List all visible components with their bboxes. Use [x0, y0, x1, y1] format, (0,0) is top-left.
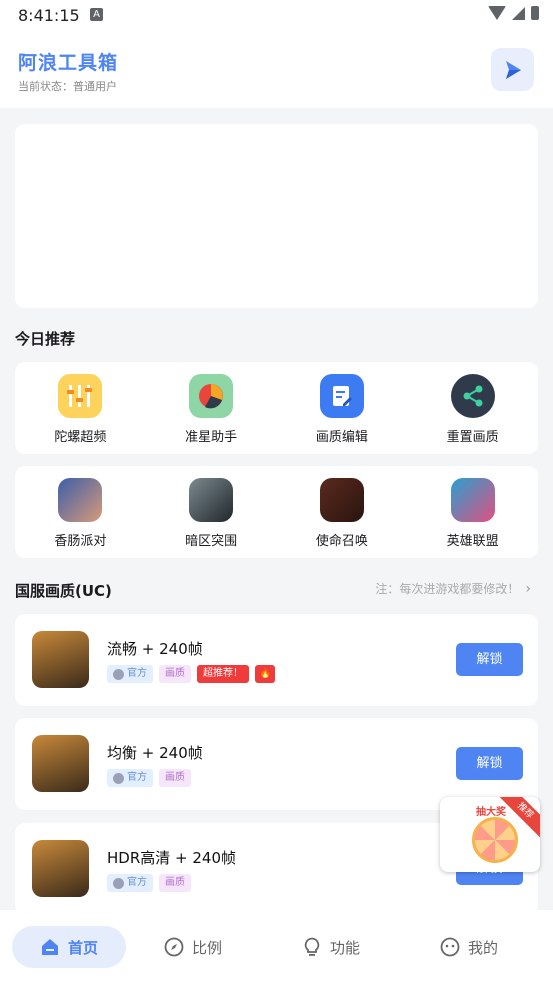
- config-title: 流畅 + 240帧: [107, 640, 203, 658]
- game-label: 英雄联盟: [446, 534, 499, 549]
- unlock-button[interactable]: 解锁: [456, 747, 523, 780]
- game-item-arena[interactable]: 暗区突围: [146, 466, 277, 558]
- tag-official: 官方: [107, 665, 153, 683]
- tool-label: 画质编辑: [315, 430, 368, 445]
- config-thumbnail: [32, 840, 89, 897]
- tool-item-tuoluo[interactable]: 陀螺超频: [15, 362, 146, 454]
- nav-label: 首页: [67, 938, 98, 957]
- config-tags: 官方 画质 超推荐！ 🔥: [107, 665, 276, 683]
- tag-quality: 画质: [159, 769, 191, 787]
- nav-label: 我的: [468, 938, 499, 957]
- edit-doc-icon: [319, 374, 364, 418]
- face-icon: [440, 937, 460, 957]
- tag-quality: 画质: [159, 665, 191, 683]
- game-label: 使命召唤: [315, 534, 368, 549]
- tag-official: 官方: [107, 874, 153, 892]
- nav-label: 比例: [192, 938, 223, 957]
- tool-item-quality-edit[interactable]: 画质编辑: [277, 362, 408, 454]
- avatar: [113, 772, 124, 784]
- ad-title: 抽大奖: [476, 807, 506, 818]
- tool-label: 重置画质: [446, 430, 499, 445]
- avatar: [113, 877, 124, 889]
- nav-mine[interactable]: 我的: [440, 926, 498, 968]
- chevron-right-icon: ›: [525, 581, 531, 597]
- nav-ratio[interactable]: 比例: [164, 926, 222, 968]
- game-item-cod[interactable]: 使命召唤: [277, 466, 408, 558]
- section-title-today: 今日推荐: [15, 330, 76, 348]
- play-icon: [505, 60, 521, 79]
- config-thumbnail: [32, 735, 89, 792]
- battery-icon: [531, 6, 539, 20]
- config-thumbnail: [32, 631, 89, 688]
- game-item-lol[interactable]: 英雄联盟: [407, 466, 538, 558]
- share-icon: [450, 374, 495, 418]
- sliders-icon: [58, 374, 103, 418]
- app-title: 阿浪工具箱: [18, 52, 119, 74]
- status-icons: [488, 6, 539, 20]
- tool-label: 准星助手: [185, 430, 238, 445]
- config-note[interactable]: 注：每次进游戏都要修改！ ›: [375, 580, 531, 597]
- floating-lottery-ad[interactable]: 推荐 抽大奖: [440, 797, 540, 872]
- pie-chart-icon: [189, 374, 234, 418]
- notification-a-icon: A: [90, 8, 103, 21]
- unlock-button[interactable]: 解锁: [456, 643, 523, 676]
- nav-home[interactable]: 首页: [12, 926, 126, 968]
- tag-quality: 画质: [159, 874, 191, 892]
- bottom-nav: 首页 比例 功能 我的: [0, 910, 553, 984]
- tool-item-reset[interactable]: 重置画质: [407, 362, 538, 454]
- fire-icon: 🔥: [255, 665, 276, 683]
- status-bar: 8:41:15 A: [0, 0, 553, 32]
- tag-recommend: 超推荐！: [197, 665, 249, 683]
- arena-breakout-game-icon: [189, 478, 234, 522]
- sausage-party-game-icon: [58, 478, 103, 522]
- wifi-icon: [488, 6, 506, 20]
- tools-grid: 陀螺超频 准星助手 画质编辑 重置画质: [15, 362, 538, 454]
- nav-label: 功能: [330, 938, 361, 957]
- status-time: 8:41:15: [18, 6, 80, 25]
- compass-icon: [164, 937, 184, 957]
- tool-label: 陀螺超频: [54, 430, 107, 445]
- signal-icon: [512, 6, 525, 20]
- tool-item-crosshair[interactable]: 准星助手: [146, 362, 277, 454]
- avatar: [113, 668, 124, 680]
- nav-features[interactable]: 功能: [302, 926, 360, 968]
- game-item-sausage[interactable]: 香肠派对: [15, 466, 146, 558]
- config-tags: 官方 画质: [107, 769, 191, 787]
- config-card[interactable]: 流畅 + 240帧 官方 画质 超推荐！ 🔥 解锁: [15, 614, 538, 706]
- app-header: 阿浪工具箱 当前状态：普通用户: [0, 32, 553, 108]
- games-grid: 香肠派对 暗区突围 使命召唤 英雄联盟: [15, 466, 538, 558]
- config-tags: 官方 画质: [107, 874, 191, 892]
- section-title-configs: 国服画质(UC): [15, 582, 112, 600]
- home-icon: [41, 939, 58, 955]
- tag-official: 官方: [107, 769, 153, 787]
- config-title: HDR高清 + 240帧: [107, 849, 236, 867]
- config-title: 均衡 + 240帧: [107, 744, 203, 762]
- banner[interactable]: [15, 124, 538, 308]
- user-status: 当前状态：普通用户: [18, 80, 117, 93]
- game-label: 香肠派对: [54, 534, 107, 549]
- play-button[interactable]: [491, 48, 534, 91]
- game-label: 暗区突围: [185, 534, 238, 549]
- config-note-text: 注：每次进游戏都要修改！: [375, 582, 520, 596]
- league-of-legends-game-icon: [450, 478, 495, 522]
- call-of-duty-game-icon: [319, 478, 364, 522]
- bulb-icon: [304, 937, 320, 956]
- prize-wheel-icon: [472, 817, 518, 863]
